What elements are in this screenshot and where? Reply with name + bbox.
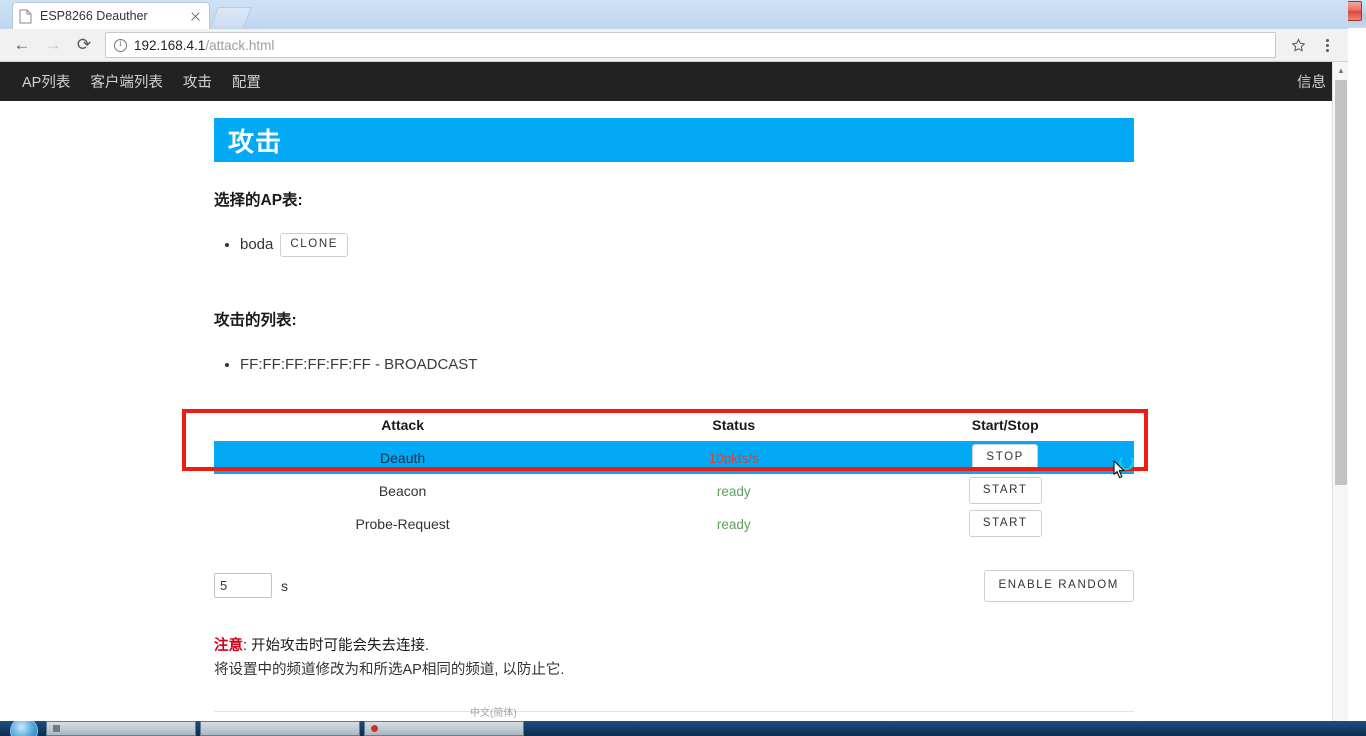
- screen: (blurred document title) - Microsoft Wor…: [0, 0, 1366, 736]
- attack-list-heading: 攻击的列表:: [214, 308, 1134, 330]
- selected-ap-list: boda CLONE: [240, 230, 1134, 260]
- new-tab-button[interactable]: [210, 7, 252, 28]
- table-row: Deauth 10pkts/s STOP: [214, 441, 1134, 474]
- status-badge: ready: [717, 517, 751, 532]
- table-row: Beacon ready START: [214, 474, 1134, 507]
- warning-line-2: 将设置中的频道修改为和所选AP相同的频道, 以防止它.: [214, 658, 1134, 682]
- warning-text: 注意: 开始攻击时可能会失去连接. 将设置中的频道修改为和所选AP相同的频道, …: [214, 634, 1134, 682]
- random-settings-row: s ENABLE RANDOM: [214, 570, 1134, 602]
- interval-unit: s: [281, 578, 288, 594]
- browser-tab[interactable]: ESP8266 Deauther: [12, 2, 210, 29]
- column-header-startstop: Start/Stop: [876, 417, 1134, 441]
- clone-button[interactable]: CLONE: [280, 233, 348, 257]
- attack-table: Attack Status Start/Stop Deauth 10pkts/s…: [214, 417, 1134, 540]
- status-badge: 10pkts/s: [709, 451, 759, 466]
- mouse-cursor-icon: [1113, 460, 1126, 480]
- system-tray[interactable]: [1360, 721, 1366, 736]
- back-button[interactable]: ←: [8, 31, 36, 59]
- site-navbar: AP列表 客户端列表 攻击 配置 信息: [0, 62, 1348, 101]
- sidebar-item-ap-list[interactable]: AP列表: [12, 71, 80, 92]
- content-container: 攻击 选择的AP表: boda CLONE 攻击的列表: FF:FF:FF:FF:…: [214, 101, 1134, 736]
- sidebar-item-settings[interactable]: 配置: [222, 71, 271, 92]
- list-item: FF:FF:FF:FF:FF:FF - BROADCAST: [240, 350, 1134, 380]
- taskbar-item-2[interactable]: [200, 721, 360, 736]
- browser-window: ESP8266 Deauther ← → ⟳ 192.168.4.1/attac…: [0, 0, 1348, 736]
- enable-random-button[interactable]: ENABLE RANDOM: [984, 570, 1135, 602]
- close-icon[interactable]: [188, 9, 203, 24]
- page-viewport: AP列表 客户端列表 攻击 配置 信息 攻击 选择的AP表: boda CLONE…: [0, 62, 1348, 736]
- warning-prefix: 注意: [214, 638, 243, 654]
- status-badge: ready: [717, 484, 751, 499]
- reload-button[interactable]: ⟳: [70, 31, 98, 59]
- app-icon: [371, 725, 378, 732]
- address-bar[interactable]: 192.168.4.1/attack.html: [105, 32, 1276, 58]
- attack-table-wrapper: Attack Status Start/Stop Deauth 10pkts/s…: [214, 417, 1134, 540]
- forward-button[interactable]: →: [39, 31, 67, 59]
- table-header-row: Attack Status Start/Stop: [214, 417, 1134, 441]
- info-icon[interactable]: [114, 39, 127, 52]
- page-icon: [19, 9, 33, 24]
- tab-strip: ESP8266 Deauther: [0, 0, 1348, 29]
- target-mac: FF:FF:FF:FF:FF:FF - BROADCAST: [240, 356, 477, 373]
- column-header-attack: Attack: [214, 417, 591, 441]
- cell-attack-name: Deauth: [214, 441, 591, 474]
- page-content: 攻击 选择的AP表: boda CLONE 攻击的列表: FF:FF:FF:FF:…: [0, 101, 1348, 736]
- start-button[interactable]: START: [969, 477, 1042, 505]
- start-button[interactable]: START: [969, 510, 1042, 538]
- page-title: 攻击: [214, 118, 1134, 162]
- sidebar-item-attack[interactable]: 攻击: [173, 71, 222, 92]
- list-item: boda CLONE: [240, 230, 1134, 260]
- star-icon[interactable]: [1285, 32, 1311, 58]
- three-dot-menu-icon[interactable]: [1314, 32, 1340, 58]
- stop-button[interactable]: STOP: [972, 444, 1038, 472]
- sidebar-item-info[interactable]: 信息: [1287, 71, 1336, 92]
- url-path: /attack.html: [205, 38, 274, 53]
- taskbar-item-1[interactable]: [46, 721, 196, 736]
- ime-indicator: 中文(简体): [470, 704, 517, 719]
- taskbar-item-3[interactable]: [364, 721, 524, 736]
- attack-target-list: FF:FF:FF:FF:FF:FF - BROADCAST: [240, 350, 1134, 380]
- url-host: 192.168.4.1: [134, 38, 205, 53]
- cell-attack-name: Probe-Request: [214, 507, 591, 540]
- interval-input[interactable]: [214, 573, 272, 598]
- taskbar: [0, 721, 1366, 736]
- selected-ap-heading: 选择的AP表:: [214, 188, 1134, 210]
- scrollbar-thumb[interactable]: [1335, 80, 1347, 485]
- sidebar-item-client-list[interactable]: 客户端列表: [80, 71, 173, 92]
- cell-attack-name: Beacon: [214, 474, 591, 507]
- column-header-status: Status: [591, 417, 876, 441]
- divider: [214, 711, 1134, 712]
- warning-line-1: 注意: 开始攻击时可能会失去连接.: [214, 634, 1134, 658]
- browser-toolbar: ← → ⟳ 192.168.4.1/attack.html: [0, 29, 1348, 62]
- url-text: 192.168.4.1/attack.html: [134, 38, 274, 53]
- scroll-up-arrow[interactable]: ▲: [1333, 62, 1348, 79]
- table-row: Probe-Request ready START: [214, 507, 1134, 540]
- app-icon: [53, 725, 60, 732]
- tab-title: ESP8266 Deauther: [40, 9, 188, 23]
- windows-orb-icon[interactable]: [0, 721, 46, 736]
- warning-body: : 开始攻击时可能会失去连接.: [243, 638, 429, 654]
- page-scrollbar[interactable]: ▲ ▼: [1332, 62, 1348, 736]
- ap-name: boda: [240, 236, 273, 253]
